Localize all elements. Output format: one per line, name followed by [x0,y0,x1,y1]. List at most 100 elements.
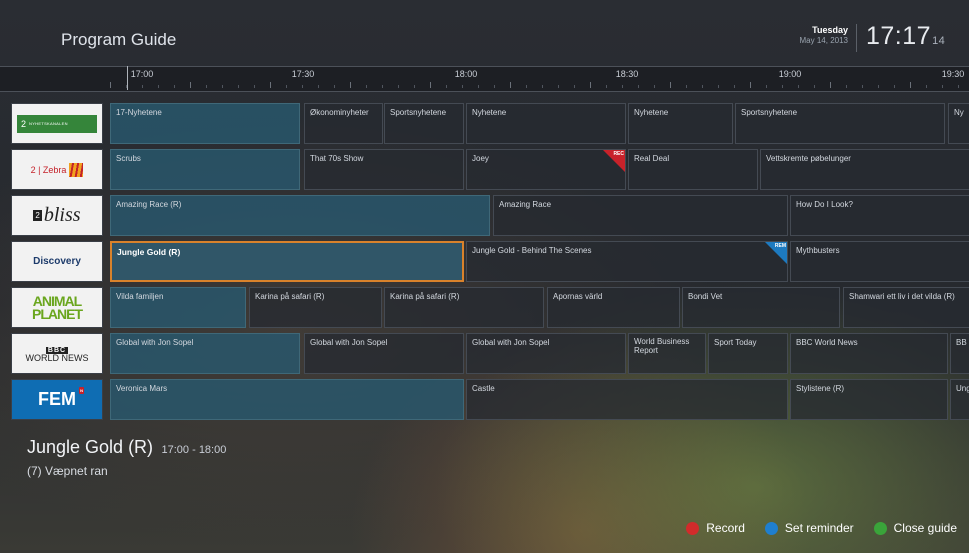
program-cell[interactable]: Veronica Mars [110,379,464,420]
program-details: Jungle Gold (R) 17:00 - 18:00 (7) Væpnet… [27,437,226,478]
program-cell[interactable]: How Do I Look? [790,195,969,236]
program-cell-recording[interactable]: Joey REC [466,149,626,190]
time-label: 17:30 [291,69,315,79]
timeline-tick [558,85,559,88]
timeline-tick [238,85,239,88]
timeline-tick [318,85,319,88]
timeline-tick [190,82,191,88]
timeline-tick [862,85,863,88]
program-cell[interactable]: 17-Nyhetene [110,103,300,144]
timeline-tick [446,85,447,88]
program-cell[interactable]: Nyhetene [628,103,733,144]
program-cell[interactable]: Bondi Vet [682,287,840,328]
program-cell[interactable]: Ung [950,379,969,420]
program-cell[interactable]: Global with Jon Sopel [110,333,300,374]
program-cell[interactable]: Apornas värld [547,287,680,328]
timeline-tick [654,85,655,88]
timeline-tick [382,85,383,88]
page-title: Program Guide [61,30,177,49]
timeline-tick [942,85,943,88]
channel-logo-nrk2-nyhetskanalen[interactable]: 2 NYHETSKANALEN [11,103,103,144]
program-cell[interactable]: Castle [466,379,788,420]
program-cell[interactable]: Ny [948,103,969,144]
time-label: 17:00 [130,69,154,79]
timeline-tick [270,82,271,88]
reminder-flag-icon: REM [765,242,787,264]
green-button-icon [873,521,887,535]
program-cell[interactable]: Real Deal [628,149,758,190]
program-cell[interactable]: Karina på safari (R) [249,287,382,328]
timeline-tick [142,85,143,88]
program-cell[interactable]: That 70s Show [304,149,464,190]
timeline-tick [462,85,463,88]
channel-logo-fem[interactable]: FEM N [11,379,103,420]
channel-logo-nrk2-zebra[interactable]: 2 | Zebra [11,149,103,190]
channel-logo-bbc-world-news[interactable]: BBC WORLD NEWS [11,333,103,374]
channel-logo-discovery[interactable]: Discovery [11,241,103,282]
timeline-tick [110,82,111,88]
timeline-tick [430,82,431,88]
program-cell[interactable]: World Business Report [628,333,706,374]
program-cell[interactable]: Global with Jon Sopel [304,333,464,374]
program-title: Jungle Gold - Behind The Scenes [472,246,592,255]
timeline-bar: 17:00 17:30 18:00 18:30 19:00 19:30 [0,66,969,92]
timeline-tick [830,82,831,88]
program-grid: 2 NYHETSKANALEN 17-Nyhetene Økonominyhete… [0,100,969,420]
record-label: Record [706,521,745,535]
red-button-icon [686,521,700,535]
program-cell[interactable]: Scrubs [110,149,300,190]
timeline-tick [670,82,671,88]
program-cell[interactable]: Nyhetene [466,103,626,144]
channel-logo: 2 | Zebra [31,162,84,177]
program-cell-selected[interactable]: Jungle Gold (R) [110,241,464,282]
program-cell[interactable]: Vilda familjen [110,287,246,328]
program-cell[interactable]: Sportsnyhetene [384,103,464,144]
timeline-tick [782,85,783,88]
program-cell[interactable]: Amazing Race (R) [110,195,490,236]
program-detail-episode: (7) Væpnet ran [27,464,108,478]
timeline-tick [286,85,287,88]
timeline-tick [750,82,751,88]
time-label: 18:30 [615,69,639,79]
program-cell[interactable]: Sport Today [708,333,788,374]
program-cell[interactable]: Stylistene (R) [790,379,948,420]
channel-logo: FEM N [38,387,84,409]
program-cell[interactable]: Sportsnyhetene [735,103,945,144]
action-bar: Record Set reminder Close guide [666,521,957,535]
program-cell[interactable]: Shamwari ett liv i det vilda (R) [843,287,969,328]
blue-button-icon [764,521,778,535]
timeline-tick [302,85,303,88]
program-cell[interactable]: Økonominyheter [304,103,383,144]
timeline-tick [542,85,543,88]
channel-logo: BBC WORLD NEWS [25,346,89,363]
timeline-tick [526,85,527,88]
header-divider [856,24,857,52]
timeline-tick [958,85,959,88]
timeline-tick [510,82,511,88]
program-cell[interactable]: Mythbusters [790,241,969,282]
date-display: Tuesday May 14, 2013 [784,25,848,45]
close-guide-button[interactable]: Close guide [873,521,957,535]
timeline-tick [398,85,399,88]
program-cell[interactable]: BB [950,333,969,374]
timeline-tick [606,85,607,88]
timeline-tick [814,85,815,88]
program-cell[interactable]: Vettskremte pøbelunger [760,149,969,190]
channel-logo-animal-planet[interactable]: ANIMAL PLANET [11,287,103,328]
program-cell[interactable]: BBC World News [790,333,948,374]
channel-logo-bliss[interactable]: 2 bliss [11,195,103,236]
record-flag-icon: REC [603,150,625,172]
current-time-marker [127,66,128,90]
clock-time: 17:17 [866,22,932,50]
program-cell[interactable]: Amazing Race [493,195,788,236]
timeline-tick [798,85,799,88]
timeline-tick [638,85,639,88]
timeline-tick [718,85,719,88]
program-cell[interactable]: Karina på safari (R) [384,287,544,328]
program-cell[interactable]: Global with Jon Sopel [466,333,626,374]
timeline-tick [350,82,351,88]
program-cell-reminder[interactable]: Jungle Gold - Behind The Scenes REM [466,241,788,282]
record-button[interactable]: Record [686,521,745,535]
set-reminder-button[interactable]: Set reminder [764,521,854,535]
timeline-tick [174,85,175,88]
